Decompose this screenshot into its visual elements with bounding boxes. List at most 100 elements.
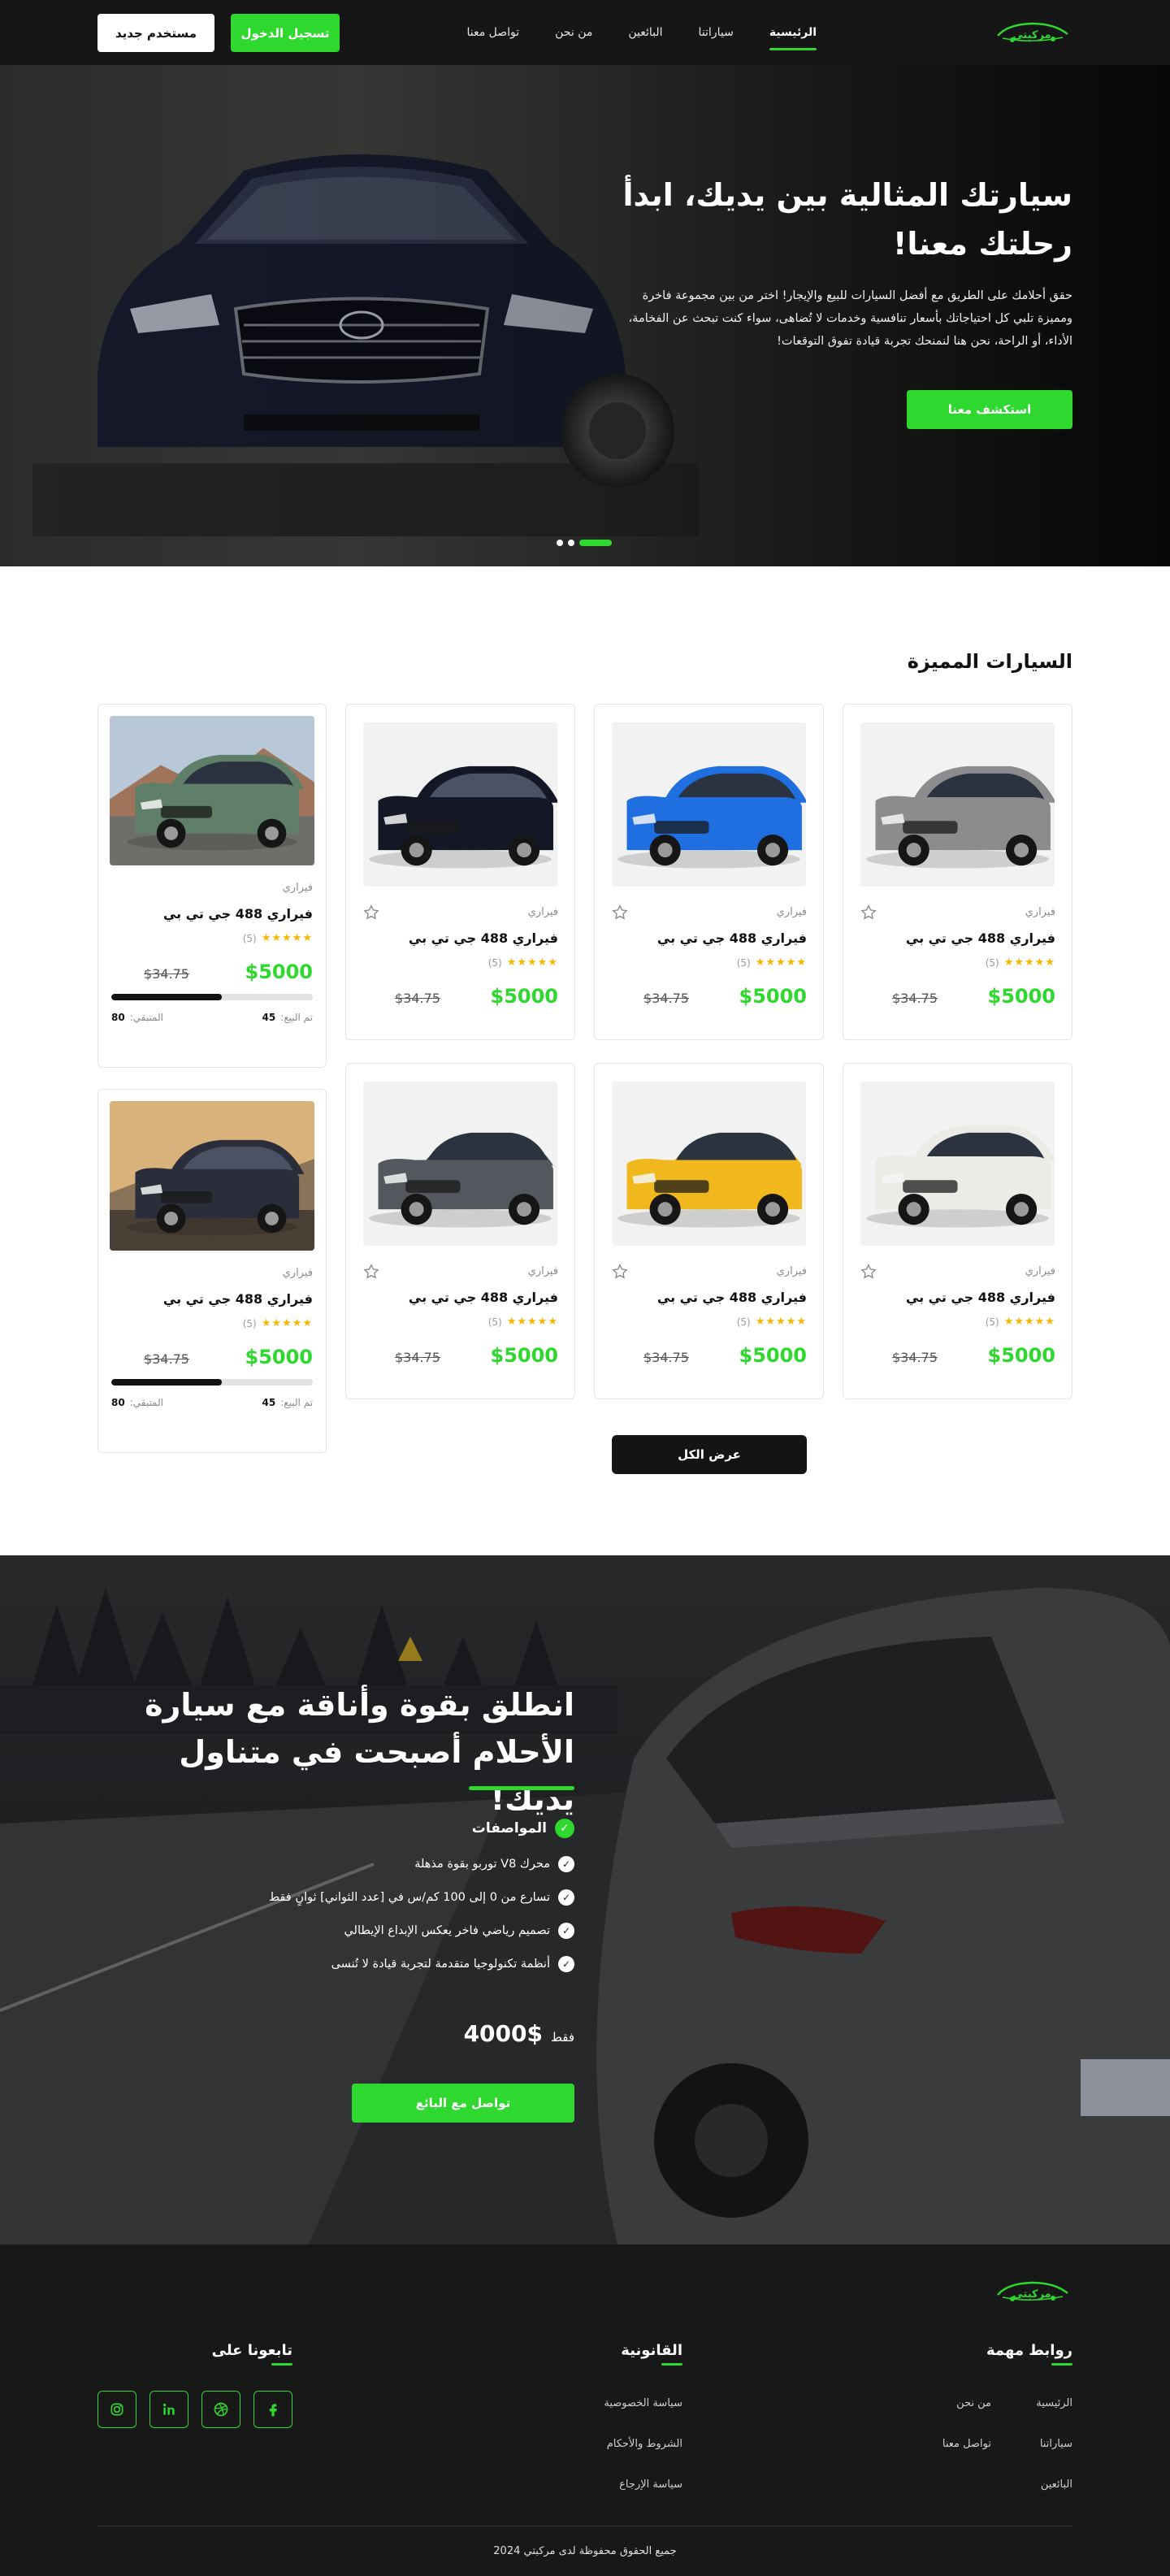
spec-item: ✓ محرك V8 توربو بقوة مذهلة: [269, 1856, 574, 1872]
footer-link-terms[interactable]: الشروط والأحكام: [607, 2438, 682, 2450]
car-brand: فيراري: [527, 1265, 558, 1277]
logo[interactable]: مركبتي: [991, 16, 1072, 49]
car-card[interactable]: فيراري فيراري 488 جي تي بي ★★★★★ (5) $5000 $3…: [345, 704, 575, 1040]
footer-link-contact[interactable]: تواصل معنا: [942, 2438, 991, 2450]
spec-item: ✓ تسارع من 0 إلى 100 كم/س في [عدد الثواني…: [269, 1889, 574, 1906]
nav-link-home[interactable]: الرئيسية: [769, 26, 817, 50]
car-name[interactable]: فيراري 488 جي تي بي: [657, 1290, 807, 1305]
rating-stars-icon: ★★★★★: [1003, 956, 1055, 969]
car-name[interactable]: فيراري 488 جي تي بي: [409, 930, 558, 946]
favorite-star-icon[interactable]: [860, 904, 878, 922]
rating-stars-icon: ★★★★★: [1003, 1316, 1055, 1328]
explore-button[interactable]: استكشف معنا: [907, 390, 1072, 429]
car-old-price: $34.75: [892, 991, 938, 1006]
slider-dot[interactable]: [568, 540, 574, 546]
view-all-button[interactable]: عرض الكل: [612, 1435, 807, 1474]
car-image[interactable]: [363, 722, 557, 887]
favorite-star-icon[interactable]: [362, 1263, 380, 1281]
remaining-count: المتبقي:80: [111, 1397, 163, 1408]
sales-progress-fill: [111, 1379, 223, 1386]
rating-stars-icon: ★★★★★: [755, 956, 807, 969]
car-price: $5000: [739, 985, 808, 1008]
promo-title: انطلق بقوة وأناقة مع سيارة الأحلام أصبحت…: [145, 1687, 574, 1817]
promo-car-image: [0, 1555, 1170, 2244]
car-image[interactable]: [860, 1082, 1055, 1246]
car-name[interactable]: فيراري 488 جي تي بي: [906, 930, 1055, 946]
register-button[interactable]: مستخدم جديد: [98, 14, 214, 52]
hero-title: سيارتك المثالية بين يديك، ابدأ رحلتك معن…: [622, 177, 1072, 262]
nav-link-about[interactable]: من نحن: [555, 26, 592, 39]
dribbble-icon[interactable]: [202, 2391, 240, 2428]
car-brand: فيراري: [282, 882, 313, 894]
car-image[interactable]: [612, 1082, 806, 1246]
car-brand: فيراري: [776, 1265, 807, 1277]
car-rating: ★★★★★ (5): [242, 1317, 313, 1329]
sold-count: تم البيع:45: [262, 1397, 313, 1408]
rating-stars-icon: ★★★★★: [261, 1317, 313, 1329]
car-old-price: $34.75: [644, 1350, 689, 1365]
instagram-icon[interactable]: [98, 2391, 136, 2428]
car-card[interactable]: فيراري فيراري 488 جي تي بي ★★★★★ (5) $5000 $3…: [594, 1063, 824, 1399]
car-name[interactable]: فيراري 488 جي تي بي: [163, 906, 313, 922]
contact-seller-button[interactable]: تواصل مع البائع: [352, 2084, 574, 2123]
linkedin-icon[interactable]: [150, 2391, 188, 2428]
footer-link-about[interactable]: من نحن: [956, 2397, 991, 2409]
car-brand: فيراري: [527, 906, 558, 918]
car-card[interactable]: فيراري فيراري 488 جي تي بي ★★★★★ (5) $5000 $3…: [345, 1063, 575, 1399]
car-price: $5000: [490, 985, 559, 1008]
car-name[interactable]: فيراري 488 جي تي بي: [163, 1291, 313, 1307]
car-brand: فيراري: [282, 1267, 313, 1279]
footer-social-title: تابعونا على: [211, 2342, 293, 2366]
favorite-star-icon[interactable]: [611, 1263, 629, 1281]
footer-link-privacy[interactable]: سياسة الخصوصية: [604, 2397, 682, 2409]
svg-text:مركبتي: مركبتي: [1012, 2288, 1051, 2301]
car-image[interactable]: [363, 1082, 557, 1246]
promo-price: فقط 4000$: [463, 2020, 574, 2047]
car-brand: فيراري: [1025, 906, 1055, 918]
nav-link-cars[interactable]: سياراتنا: [699, 26, 734, 39]
deal-car-card[interactable]: فيراري فيراري 488 جي تي بي ★★★★★ (5) $5000 $3…: [98, 1089, 327, 1453]
check-icon: ✓: [558, 1856, 574, 1872]
car-name[interactable]: فيراري 488 جي تي بي: [409, 1290, 558, 1305]
slider-dots: [557, 540, 612, 546]
nav-link-sellers[interactable]: البائعين: [628, 26, 662, 39]
car-card[interactable]: فيراري فيراري 488 جي تي بي ★★★★★ (5) $5000 $3…: [594, 704, 824, 1040]
login-button[interactable]: تسجيل الدخول: [231, 14, 340, 52]
car-image[interactable]: [612, 722, 806, 887]
car-image[interactable]: [110, 716, 314, 865]
deal-car-card[interactable]: فيراري فيراري 488 جي تي بي ★★★★★ (5) $5000 $3…: [98, 704, 327, 1068]
remaining-count: المتبقي:80: [111, 1012, 163, 1023]
car-old-price: $34.75: [644, 991, 689, 1006]
slider-dot[interactable]: [557, 540, 563, 546]
rating-stars-icon: ★★★★★: [506, 1316, 558, 1328]
copyright: جميع الحقوق محفوظة لدى مركبتي 2024: [493, 2545, 677, 2557]
favorite-star-icon[interactable]: [611, 904, 629, 922]
car-image[interactable]: [110, 1101, 314, 1251]
car-price: $5000: [490, 1344, 559, 1367]
nav-link-contact[interactable]: تواصل معنا: [466, 26, 519, 39]
car-price: $5000: [245, 961, 314, 983]
car-rating: ★★★★★ (5): [985, 1316, 1055, 1328]
car-old-price: $34.75: [144, 1351, 189, 1367]
car-price: $5000: [987, 1344, 1056, 1367]
footer-link-cars[interactable]: سياراتنا: [1040, 2438, 1072, 2450]
footer-link-sellers[interactable]: البائعين: [1041, 2478, 1072, 2491]
car-card[interactable]: فيراري فيراري 488 جي تي بي ★★★★★ (5) $5000 $3…: [843, 1063, 1072, 1399]
footer-link-home[interactable]: الرئيسية: [1036, 2397, 1072, 2409]
car-name[interactable]: فيراري 488 جي تي بي: [906, 1290, 1055, 1305]
specs-heading: ✓ المواصفات: [472, 1819, 574, 1838]
car-rating: ★★★★★ (5): [242, 932, 313, 944]
footer-link-returns[interactable]: سياسة الإرجاع: [619, 2478, 682, 2491]
favorite-star-icon[interactable]: [860, 1263, 878, 1281]
car-name[interactable]: فيراري 488 جي تي بي: [657, 930, 807, 946]
car-brand: فيراري: [1025, 1265, 1055, 1277]
footer-links-title: روابط مهمة: [986, 2342, 1073, 2366]
slider-dot-active[interactable]: [579, 540, 612, 546]
car-card[interactable]: فيراري فيراري 488 جي تي بي ★★★★★ (5) $5000 $3…: [843, 704, 1072, 1040]
hero-description: حقق أحلامك على الطريق مع أفضل السيارات ل…: [628, 289, 1073, 348]
car-image[interactable]: [860, 722, 1055, 887]
car-old-price: $34.75: [144, 966, 189, 982]
footer-logo[interactable]: مركبتي: [991, 2275, 1072, 2308]
facebook-icon[interactable]: [254, 2391, 292, 2428]
favorite-star-icon[interactable]: [362, 904, 380, 922]
